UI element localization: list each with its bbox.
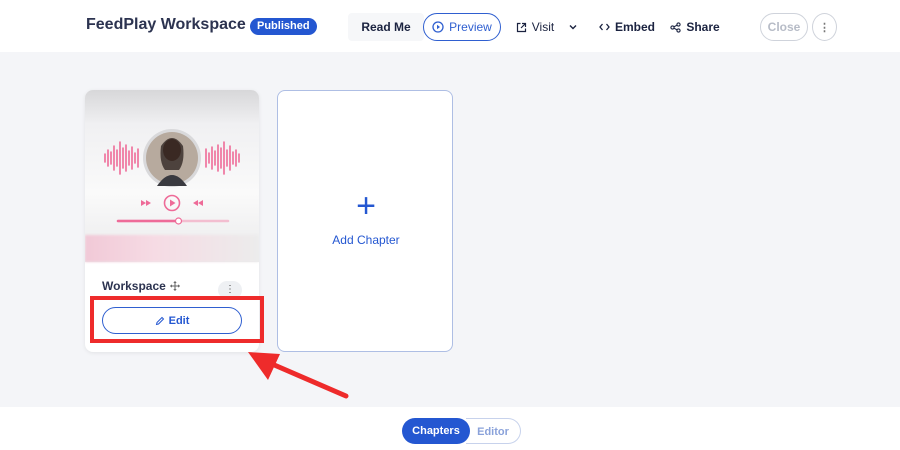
tab-editor[interactable]: Editor xyxy=(466,418,521,444)
bottom-bar: Editor Chapters xyxy=(0,407,900,450)
tab-chapters[interactable]: Chapters xyxy=(402,418,470,444)
annotation-arrow xyxy=(248,352,349,399)
